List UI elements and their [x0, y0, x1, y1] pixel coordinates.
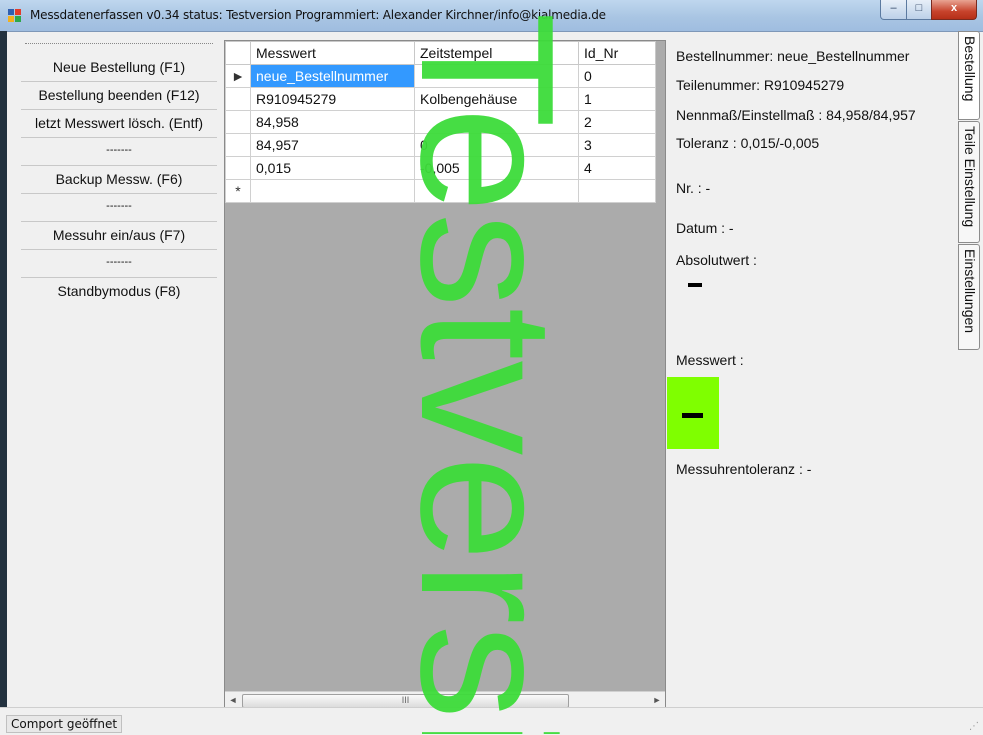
- grid-cell[interactable]: [414, 179, 579, 203]
- grid-cell[interactable]: [414, 110, 579, 134]
- grid-cell[interactable]: Kolbengehäuse: [414, 87, 579, 111]
- new-row-marker[interactable]: *: [225, 179, 251, 203]
- grid-cell[interactable]: 4: [578, 156, 656, 180]
- current-row-marker[interactable]: ►: [225, 64, 251, 88]
- table-row[interactable]: 84,957 0 3: [225, 133, 656, 157]
- number-label: Nr. : -: [676, 180, 711, 196]
- grid-corner: [225, 41, 251, 65]
- tab-bestellung[interactable]: Bestellung: [958, 31, 980, 120]
- table-row[interactable]: ► neue_Bestellnummer 0: [225, 64, 656, 88]
- grid-header-row: Messwert Zeitstempel Id_Nr: [225, 41, 656, 65]
- scroll-thumb[interactable]: III: [242, 694, 569, 708]
- row-header[interactable]: [225, 110, 251, 134]
- gauge-tolerance-label: Messuhrentoleranz : -: [676, 461, 812, 477]
- menu-grip: [25, 43, 213, 48]
- table-row[interactable]: 84,958 2: [225, 110, 656, 134]
- new-order-button[interactable]: Neue Bestellung (F1): [21, 54, 217, 82]
- menu-separator: -------: [21, 194, 217, 222]
- maximize-button[interactable]: □: [906, 0, 932, 20]
- grid-cell[interactable]: 2: [578, 110, 656, 134]
- nominal-size-label: Nennmaß/Einstellmaß : 84,958/84,957: [676, 107, 916, 123]
- tab-label: Einstellungen: [962, 249, 978, 334]
- status-bar: Comport geöffnet ⋰: [0, 707, 983, 735]
- grid-cell[interactable]: -0,005: [414, 156, 579, 180]
- measured-value-display: [667, 377, 719, 449]
- order-number-label: Bestellnummer: neue_Bestellnummer: [676, 48, 910, 64]
- grid-cell[interactable]: 84,958: [250, 110, 415, 134]
- grid-cell[interactable]: [578, 179, 656, 203]
- gauge-toggle-button[interactable]: Messuhr ein/aus (F7): [21, 222, 217, 250]
- grid-cell[interactable]: 1: [578, 87, 656, 111]
- app-icon: [8, 9, 22, 23]
- absolute-value-label: Absolutwert :: [676, 252, 757, 268]
- vertical-tabs: Bestellung Teile Einstellung Einstellung…: [958, 31, 980, 707]
- grid-cell[interactable]: neue_Bestellnummer: [250, 64, 415, 88]
- function-menu: Neue Bestellung (F1) Bestellung beenden …: [21, 40, 217, 305]
- title-bar: Messdatenerfassen v0.34 status: Testvers…: [0, 0, 983, 32]
- column-header-zeitstempel[interactable]: Zeitstempel: [414, 41, 579, 65]
- row-header[interactable]: [225, 133, 251, 157]
- backup-button[interactable]: Backup Messw. (F6): [21, 166, 217, 194]
- grid-table: Messwert Zeitstempel Id_Nr ► neue_Bestel…: [225, 41, 656, 203]
- table-row[interactable]: R910945279 Kolbengehäuse 1: [225, 87, 656, 111]
- part-number-label: Teilenummer: R910945279: [676, 77, 845, 93]
- row-header[interactable]: [225, 87, 251, 111]
- status-text: Comport geöffnet: [6, 715, 123, 733]
- grid-cell[interactable]: [414, 64, 579, 88]
- column-header-id-nr[interactable]: Id_Nr: [578, 41, 656, 65]
- tab-teile-einstellung[interactable]: Teile Einstellung: [958, 121, 980, 243]
- grid-cell[interactable]: [250, 179, 415, 203]
- date-label: Datum : -: [676, 220, 734, 236]
- window-left-edge: [0, 31, 7, 707]
- minimize-button[interactable]: –: [880, 0, 907, 20]
- measured-value-label: Messwert :: [676, 352, 744, 368]
- tab-einstellungen[interactable]: Einstellungen: [958, 244, 980, 350]
- tab-label: Teile Einstellung: [962, 126, 978, 228]
- column-header-messwert[interactable]: Messwert: [250, 41, 415, 65]
- menu-separator: -------: [21, 250, 217, 278]
- grid-cell[interactable]: R910945279: [250, 87, 415, 111]
- row-header[interactable]: [225, 156, 251, 180]
- tolerance-label: Toleranz : 0,015/-0,005: [676, 135, 820, 151]
- measured-value-dash: [682, 413, 703, 418]
- window-title: Messdatenerfassen v0.34 status: Testvers…: [30, 8, 606, 22]
- table-row[interactable]: 0,015 -0,005 4: [225, 156, 656, 180]
- tab-label: Bestellung: [962, 36, 978, 102]
- grid-cell[interactable]: 84,957: [250, 133, 415, 157]
- grid-cell[interactable]: 0: [414, 133, 579, 157]
- menu-separator: -------: [21, 138, 217, 166]
- grid-cell[interactable]: 0,015: [250, 156, 415, 180]
- grid-cell[interactable]: 3: [578, 133, 656, 157]
- delete-last-value-button[interactable]: letzt Messwert lösch. (Entf): [21, 110, 217, 138]
- absolute-value-display: [688, 283, 702, 287]
- standby-button[interactable]: Standbymodus (F8): [21, 278, 217, 305]
- finish-order-button[interactable]: Bestellung beenden (F12): [21, 82, 217, 110]
- new-row[interactable]: *: [225, 179, 656, 203]
- grid-cell[interactable]: 0: [578, 64, 656, 88]
- measurement-grid[interactable]: Messwert Zeitstempel Id_Nr ► neue_Bestel…: [224, 40, 666, 709]
- close-button[interactable]: x: [931, 0, 977, 20]
- resize-grip-icon[interactable]: ⋰: [969, 721, 979, 732]
